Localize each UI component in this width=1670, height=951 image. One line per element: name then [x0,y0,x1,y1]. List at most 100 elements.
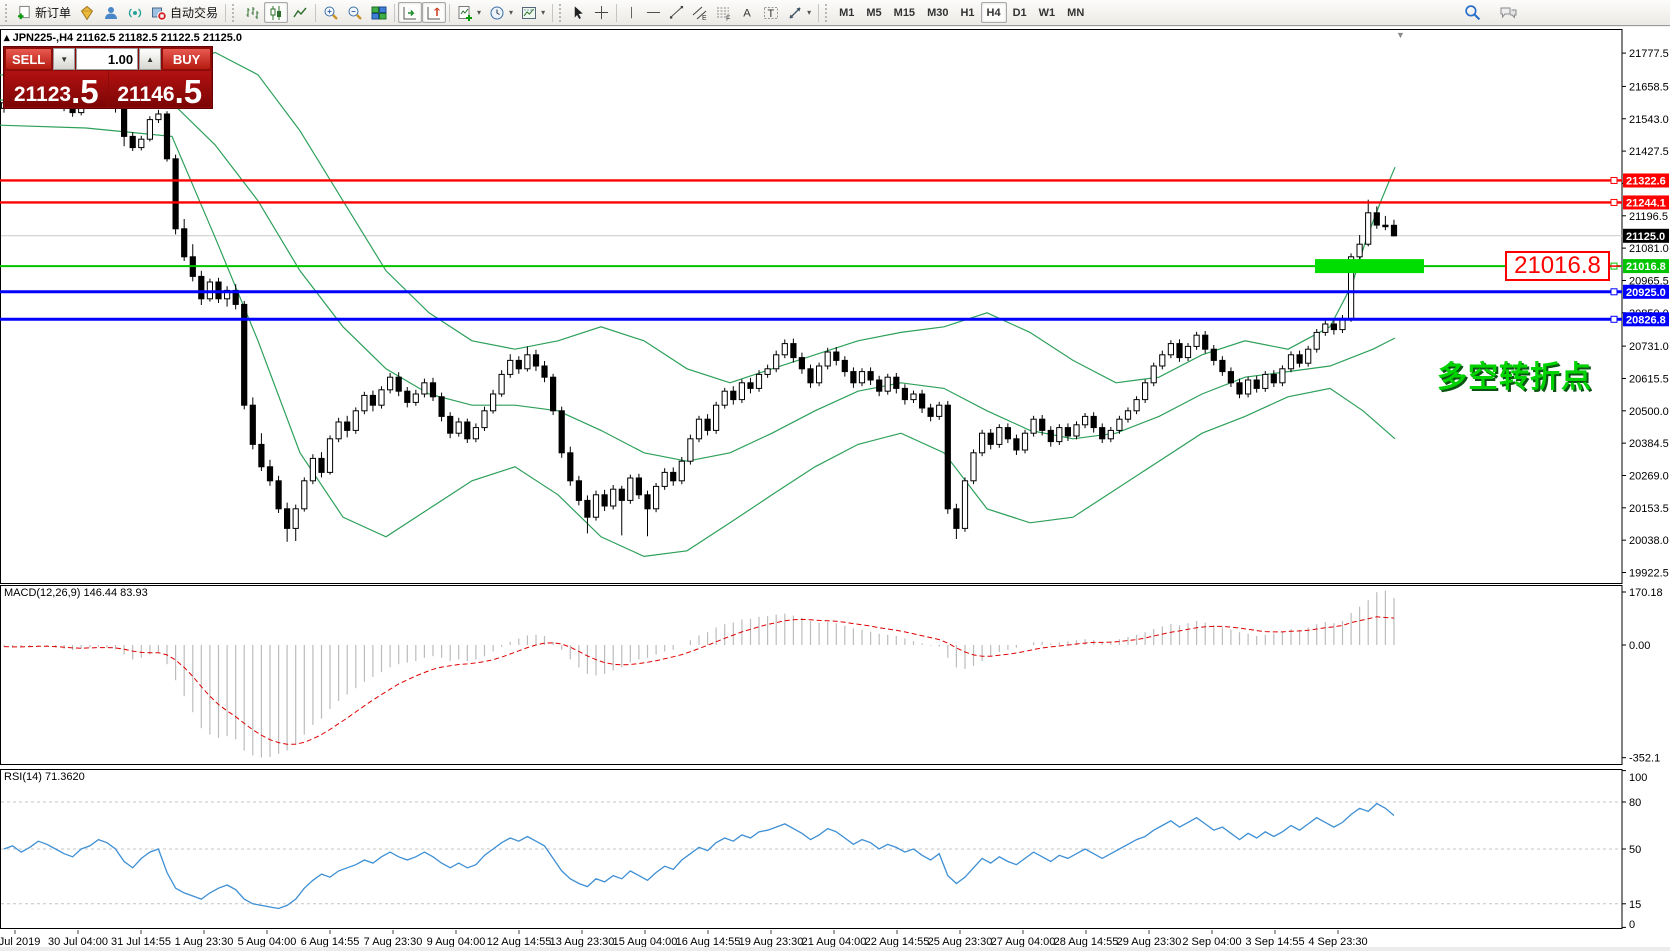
template-icon [522,6,537,19]
toolbar-grip[interactable] [5,3,10,22]
toolbar-grip[interactable] [232,3,237,22]
chart-shift-button[interactable] [422,2,447,23]
market-button[interactable] [75,2,99,23]
indicators-button[interactable]: ▾ [453,2,485,23]
candle-body [876,379,883,392]
toolbar-grip[interactable] [825,3,830,22]
candle-body [1382,224,1389,228]
timeframe-m15-button[interactable]: M15 [888,2,921,23]
candle-body [1039,418,1046,431]
highlight-rectangle[interactable] [1315,259,1424,274]
sell-button[interactable]: SELL [5,48,53,70]
vertical-line-tool-button[interactable] [620,2,642,23]
line-anchor-marker[interactable] [1610,198,1618,206]
line-anchor-marker[interactable] [1610,315,1618,323]
candle-body [344,421,351,431]
new-order-label: 新订单 [35,6,72,20]
price-axis-tick-label: 19922.5 [1629,568,1669,580]
price-tag-label: 20925.0 [1626,287,1666,299]
bar-chart-button[interactable] [240,2,264,23]
cursor-tool-button[interactable] [567,2,590,23]
candle-body [1116,418,1123,431]
bid-price-frac: .5 [71,73,99,110]
search-button[interactable] [1460,2,1485,23]
new-order-icon [17,5,30,20]
candle-body [1193,334,1200,347]
timeframe-m30-button[interactable]: M30 [921,2,954,23]
timeframe-w1-button[interactable]: W1 [1033,2,1062,23]
candle-body [773,354,780,370]
price-axis-tick-label: 21543.0 [1629,114,1669,126]
tile-windows-button[interactable] [367,2,391,23]
candle-body [944,404,951,510]
collapse-trade-panel-icon[interactable]: ▴ [4,32,10,44]
trendline-tool-button[interactable] [665,2,688,23]
timeframe-h4-button[interactable]: H4 [980,2,1007,23]
candle-body [1133,399,1140,412]
candle-body [1073,424,1080,437]
candle-body [841,359,848,373]
crosshair-tool-button[interactable] [590,2,613,23]
timeframe-h1-button[interactable]: H1 [954,2,980,23]
timeframe-d1-button[interactable]: D1 [1007,2,1033,23]
toolbar-grip[interactable] [559,3,564,22]
buy-button[interactable]: BUY [162,48,211,70]
price-axis-tick-label: 20731.0 [1629,341,1669,353]
candle-body [369,394,376,406]
candlestick-chart-button[interactable] [264,2,289,23]
timeframe-mn-button[interactable]: MN [1061,2,1090,23]
line-anchor-marker[interactable] [1610,288,1618,296]
rsi-axis-tick-label: 0 [1629,919,1635,931]
volume-decrease-button[interactable]: ▼ [53,48,76,70]
candle-body [695,418,703,440]
text-tool-button[interactable]: A [736,2,759,23]
candle-body [790,343,797,359]
gem-icon [80,5,94,20]
bid-price-display[interactable]: 21123 .5 [5,71,108,110]
channel-tool-button[interactable]: E [688,2,712,23]
timeframe-m1-button[interactable]: M1 [833,2,860,23]
candle-body [395,376,402,392]
timeframe-m5-button[interactable]: M5 [860,2,887,23]
volume-increase-button[interactable]: ▲ [139,48,162,70]
candle-body [661,471,668,487]
candle-body [249,404,256,445]
toolbar: 新订单 自动交易 ▾ ▾ ▾ E F A T ▾ M1 M5 M15 M30 H… [0,0,1670,26]
price-axis-tick-label: 20384.5 [1629,438,1669,450]
candle-body [1390,224,1398,237]
line-anchor-marker[interactable] [1610,176,1618,184]
price-axis-tick-label: 21196.5 [1629,211,1668,223]
zoom-in-button[interactable] [319,2,343,23]
ask-price-display[interactable]: 21146 .5 [108,71,211,108]
chart-canvas[interactable]: 21777.521658.521543.021427.521312.021196… [0,0,1670,951]
turning-point-annotation[interactable]: 多空转折点 [1437,352,1592,396]
auto-scroll-button[interactable] [398,2,423,23]
fibonacci-tool-button[interactable]: F [712,2,736,23]
signals-button[interactable] [123,2,147,23]
new-order-button[interactable]: 新订单 [13,2,75,23]
label-tool-button[interactable]: T [759,2,783,23]
periods-button[interactable]: ▾ [485,2,517,23]
candle-body [987,432,994,445]
autotrading-button[interactable]: 自动交易 [147,2,222,23]
candle-body [704,418,711,431]
price-callout-label[interactable]: 21016.8 [1505,251,1610,281]
candle-body [1150,365,1157,384]
zoom-out-button[interactable] [343,2,367,23]
candle-body [1064,427,1072,437]
candle-body [129,135,136,149]
chart-shift-marker[interactable]: ▼ [1396,30,1405,40]
text-icon: A [743,8,751,20]
candle-body [1287,354,1295,370]
templates-button[interactable]: ▾ [517,2,549,23]
community-button[interactable] [99,2,123,23]
horizontal-line-tool-button[interactable] [642,2,665,23]
search-icon [1465,5,1481,21]
chat-button[interactable] [1495,2,1522,23]
line-chart-button[interactable] [288,2,312,23]
candle-body [163,113,171,160]
volume-input[interactable] [76,48,139,70]
candle-body [558,410,565,454]
line-chart-icon [293,7,307,17]
arrows-tool-button[interactable]: ▾ [783,2,815,23]
